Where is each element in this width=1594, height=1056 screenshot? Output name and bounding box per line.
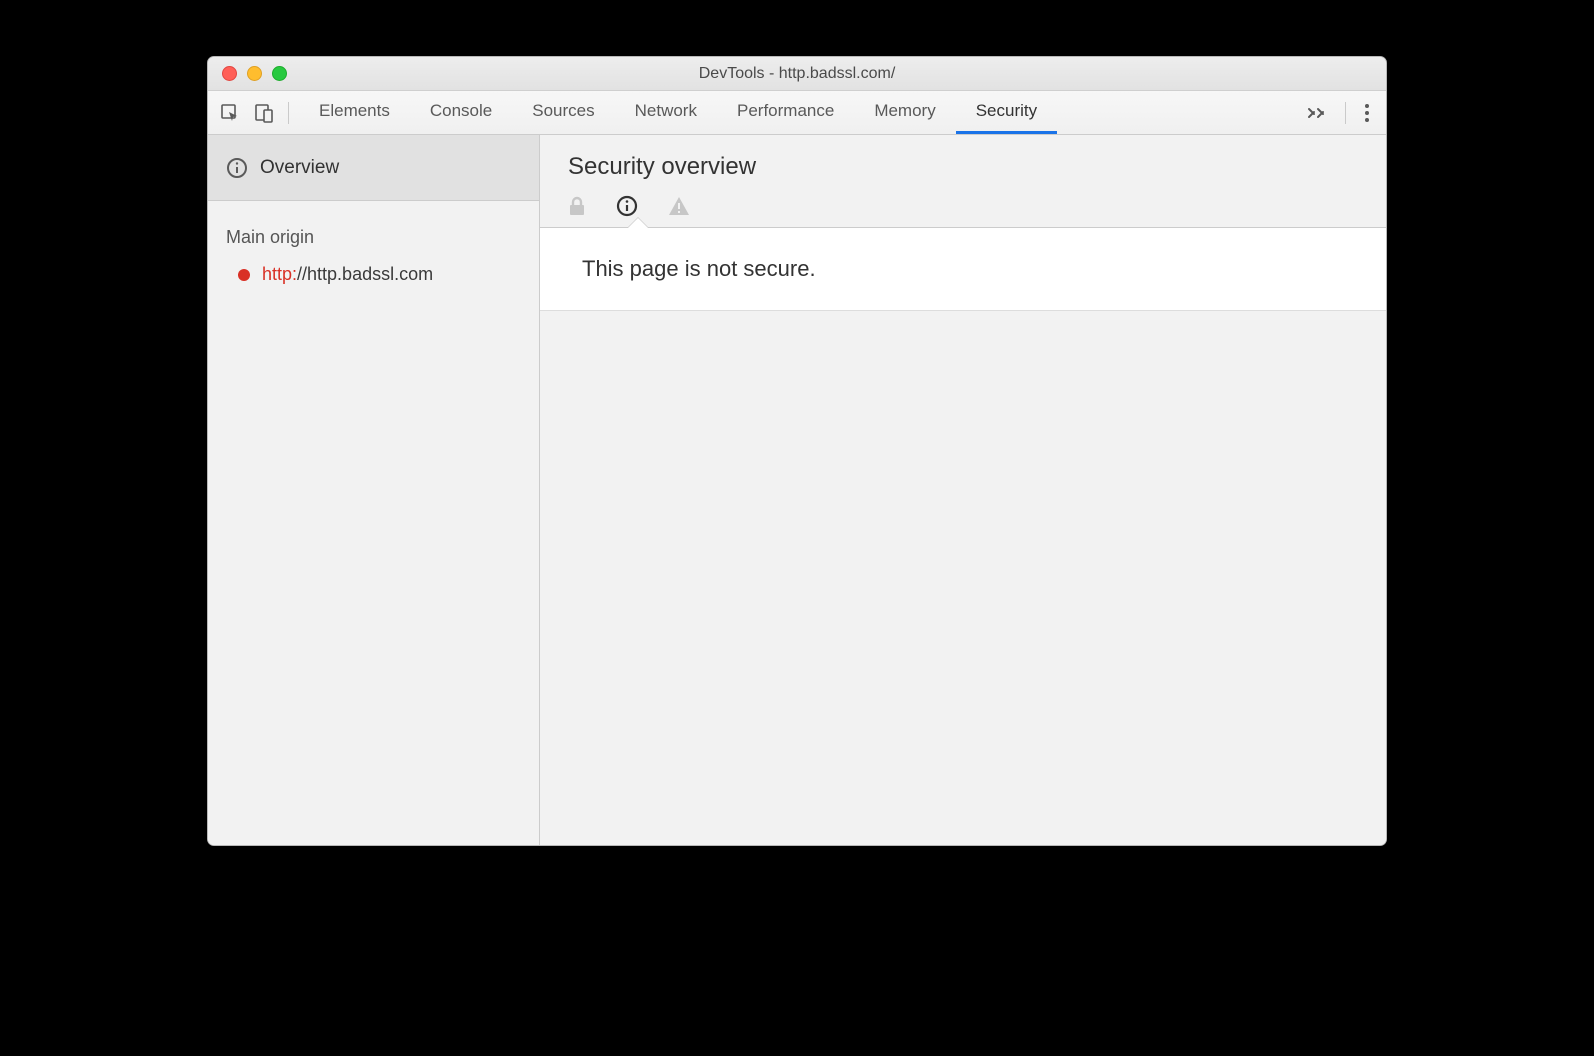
panel-content: Overview Main origin http://http.badssl.… xyxy=(208,135,1386,845)
more-tabs-icon[interactable] xyxy=(1307,106,1327,120)
sidebar-overview-label: Overview xyxy=(260,157,339,179)
tab-security[interactable]: Security xyxy=(956,91,1057,134)
device-toolbar-icon[interactable] xyxy=(254,103,274,123)
sidebar-origin-item[interactable]: http://http.badssl.com xyxy=(208,258,539,291)
sidebar-section-label: Main origin xyxy=(208,201,539,258)
titlebar: DevTools - http.badssl.com/ xyxy=(208,57,1386,91)
security-main: Security overview xyxy=(540,135,1386,845)
devtools-toolbar: Elements Console Sources Network Perform… xyxy=(208,91,1386,135)
tab-label: Sources xyxy=(532,101,594,121)
security-indicator-row xyxy=(568,195,1386,227)
tab-label: Security xyxy=(976,101,1037,121)
window-title: DevTools - http.badssl.com/ xyxy=(208,65,1386,83)
sidebar-overview-item[interactable]: Overview xyxy=(208,135,539,201)
tab-label: Console xyxy=(430,101,492,121)
origin-host: //http.badssl.com xyxy=(297,264,433,284)
tab-console[interactable]: Console xyxy=(410,91,512,134)
tab-label: Memory xyxy=(874,101,935,121)
tab-network[interactable]: Network xyxy=(615,91,717,134)
info-icon xyxy=(616,195,638,217)
inspect-element-icon[interactable] xyxy=(220,103,240,123)
origin-scheme: http: xyxy=(262,264,297,284)
devtools-window: DevTools - http.badssl.com/ Elements Con… xyxy=(207,56,1387,846)
tab-performance[interactable]: Performance xyxy=(717,91,854,134)
tab-label: Network xyxy=(635,101,697,121)
tab-sources[interactable]: Sources xyxy=(512,91,614,134)
indicator-caret xyxy=(628,218,648,228)
info-icon xyxy=(226,157,248,179)
security-message: This page is not secure. xyxy=(540,228,1386,311)
separator xyxy=(1345,102,1346,124)
tab-label: Elements xyxy=(319,101,390,121)
security-title: Security overview xyxy=(568,153,1386,181)
kebab-menu-icon[interactable] xyxy=(1364,103,1370,123)
origin-url: http://http.badssl.com xyxy=(262,264,433,285)
security-header: Security overview xyxy=(540,135,1386,228)
tab-elements[interactable]: Elements xyxy=(299,91,410,134)
insecure-dot-icon xyxy=(238,269,250,281)
lock-icon xyxy=(568,196,586,216)
panel-tabs: Elements Console Sources Network Perform… xyxy=(299,91,1307,134)
tab-label: Performance xyxy=(737,101,834,121)
security-sidebar: Overview Main origin http://http.badssl.… xyxy=(208,135,540,845)
warning-icon xyxy=(668,196,690,216)
separator xyxy=(288,102,289,124)
tab-memory[interactable]: Memory xyxy=(854,91,955,134)
